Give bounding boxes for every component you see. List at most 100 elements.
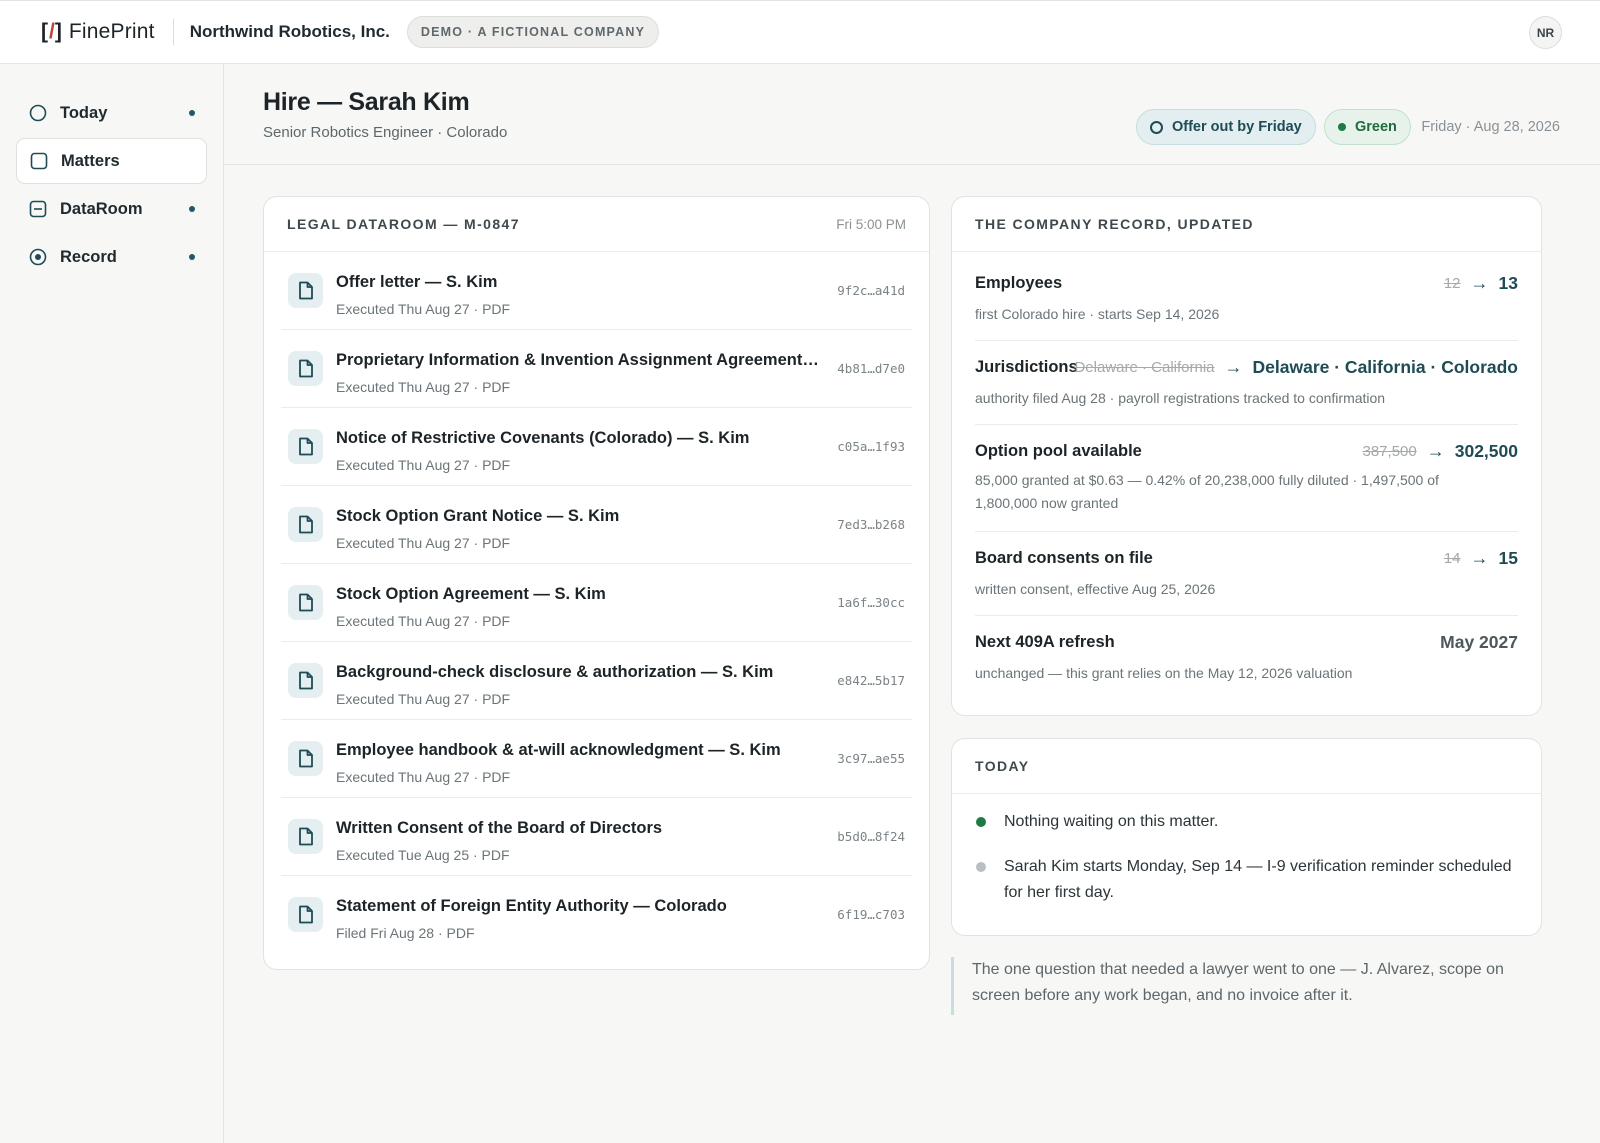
circle-icon <box>29 104 47 122</box>
record-row-409a: Next 409A refresh May 2027 unchanged — t… <box>975 616 1518 710</box>
logo-wordmark: FinePrint <box>68 20 155 43</box>
document-hash: c05a…1f93 <box>837 439 905 454</box>
old-value: 387,500 <box>1362 443 1417 460</box>
record-row-board-consents: Board consents on file 14 → 15 written c… <box>975 532 1518 616</box>
status-dot-icon <box>976 862 986 872</box>
record-row-name: Next 409A refresh <box>975 633 1115 651</box>
document-icon <box>288 429 323 464</box>
record-row-value: 14 → 15 <box>1444 548 1518 569</box>
document-title: Offer letter — S. Kim <box>336 273 498 291</box>
user-avatar[interactable]: NR <box>1529 16 1562 49</box>
fineprint-logo[interactable]: [ / ] FinePrint <box>41 20 155 44</box>
document-hash: 1a6f…30cc <box>837 595 905 610</box>
status-pill-label: Green <box>1355 119 1397 135</box>
sidebar-item-today[interactable]: Today <box>16 90 207 136</box>
deadline-pill[interactable]: Offer out by Friday <box>1136 109 1316 145</box>
dataroom-card-header: LEGAL DATAROOM — M-0847 Fri 5:00 PM <box>264 197 929 252</box>
document-row[interactable]: Proprietary Information & Invention Assi… <box>281 330 912 408</box>
document-row[interactable]: Employee handbook & at-will acknowledgme… <box>281 720 912 798</box>
dataroom-card: LEGAL DATAROOM — M-0847 Fri 5:00 PM Offe… <box>263 196 930 970</box>
record-row-name: Board consents on file <box>975 549 1153 567</box>
document-row[interactable]: Stock Option Agreement — S. Kim Executed… <box>281 564 912 642</box>
new-value: 13 <box>1498 273 1518 293</box>
document-meta: Executed Thu Aug 27 · PDF <box>336 457 511 473</box>
sidebar-item-label: Today <box>60 103 108 122</box>
unread-dot <box>189 110 195 116</box>
sidebar-item-label: DataRoom <box>60 199 143 218</box>
document-row[interactable]: Stock Option Grant Notice — S. Kim Execu… <box>281 486 912 564</box>
today-item-text: Nothing waiting on this matter. <box>1004 813 1219 830</box>
sidebar-item-matters[interactable]: Matters <box>16 138 207 184</box>
deadline-pill-label: Offer out by Friday <box>1172 119 1302 135</box>
arrow-right-icon: → <box>1470 273 1489 293</box>
document-title: Background-check disclosure & authorizat… <box>336 663 774 681</box>
today-item-text: Sarah Kim starts Monday, Sep 14 — I-9 ve… <box>1004 858 1512 901</box>
old-value: 12 <box>1443 275 1461 292</box>
record-row-note: authority filed Aug 28 · payroll registr… <box>975 390 1386 406</box>
current-value: May 2027 <box>1440 632 1518 652</box>
record-row-note: first Colorado hire · starts Sep 14, 202… <box>975 306 1220 322</box>
document-list: Offer letter — S. Kim Executed Thu Aug 2… <box>264 252 929 954</box>
status-dot-icon <box>1338 123 1346 131</box>
arrow-right-icon: → <box>1470 548 1489 568</box>
unread-dot <box>189 254 195 260</box>
document-icon <box>288 819 323 854</box>
document-hash: 3c97…ae55 <box>837 751 905 766</box>
new-value: 302,500 <box>1454 441 1518 461</box>
document-row[interactable]: Offer letter — S. Kim Executed Thu Aug 2… <box>281 252 912 330</box>
sidebar-item-dataroom[interactable]: DataRoom <box>16 186 207 232</box>
target-icon <box>29 248 47 266</box>
lawyer-note-quote: The one question that needed a lawyer we… <box>951 957 1542 1015</box>
today-item: Sarah Kim starts Monday, Sep 14 — I-9 ve… <box>975 854 1515 906</box>
document-meta: Executed Thu Aug 27 · PDF <box>336 613 511 629</box>
record-row-note: 85,000 granted at $0.63 — 0.42% of 20,23… <box>975 472 1439 511</box>
document-title: Written Consent of the Board of Director… <box>336 819 663 837</box>
document-meta: Filed Fri Aug 28 · PDF <box>336 925 475 941</box>
sidebar: Today Matters DataRoom Record <box>0 64 224 1143</box>
document-title: Stock Option Grant Notice — S. Kim <box>336 507 620 525</box>
topbar-divider <box>172 19 174 45</box>
document-row[interactable]: Statement of Foreign Entity Authority — … <box>281 876 912 954</box>
sidebar-item-record[interactable]: Record <box>16 234 207 280</box>
document-row[interactable]: Written Consent of the Board of Director… <box>281 798 912 876</box>
document-hash: 6f19…c703 <box>837 907 905 922</box>
folder-icon <box>29 200 47 218</box>
document-hash: 9f2c…a41d <box>837 283 905 298</box>
company-name: Northwind Robotics, Inc. <box>189 22 390 41</box>
document-icon <box>288 273 323 308</box>
page-title: Hire — Sarah Kim <box>263 88 470 116</box>
record-title: THE COMPANY RECORD, UPDATED <box>975 216 1254 232</box>
record-row-employees: Employees 12 → 13 first Colorado hire · … <box>975 252 1518 341</box>
status-pill[interactable]: Green <box>1324 109 1411 145</box>
document-icon <box>288 351 323 386</box>
record-row-note: unchanged — this grant relies on the May… <box>975 665 1353 681</box>
today-title: TODAY <box>975 758 1030 774</box>
logo-bracket-open: [ <box>41 20 49 43</box>
today-item: Nothing waiting on this matter. <box>975 809 1515 835</box>
document-meta: Executed Thu Aug 27 · PDF <box>336 535 511 551</box>
document-meta: Executed Thu Aug 27 · PDF <box>336 691 511 707</box>
company-record-card: THE COMPANY RECORD, UPDATED Employees 12… <box>951 196 1542 716</box>
record-row-option-pool: Option pool available 387,500 → 302,500 … <box>975 425 1518 532</box>
document-title: Stock Option Agreement — S. Kim <box>336 585 606 603</box>
record-row-name: Jurisdictions <box>975 358 1078 376</box>
page-subtitle: Senior Robotics Engineer · Colorado <box>263 124 508 141</box>
logo-bracket-close: ] <box>54 20 63 43</box>
document-row[interactable]: Notice of Restrictive Covenants (Colorad… <box>281 408 912 486</box>
today-card: TODAY Nothing waiting on this matter. Sa… <box>951 738 1542 936</box>
today-card-header: TODAY <box>952 739 1541 794</box>
document-title: Notice of Restrictive Covenants (Colorad… <box>336 429 750 447</box>
old-value: Delaware · California <box>1074 359 1215 376</box>
document-row[interactable]: Background-check disclosure & authorizat… <box>281 642 912 720</box>
document-title: Employee handbook & at-will acknowledgme… <box>336 741 781 759</box>
record-row-value: Delaware · California → Delaware · Calif… <box>1074 357 1518 378</box>
new-value: 15 <box>1498 548 1518 568</box>
document-meta: Executed Tue Aug 25 · PDF <box>336 847 510 863</box>
record-row-jurisdictions: Jurisdictions Delaware · California → De… <box>975 341 1518 425</box>
document-hash: 7ed3…b268 <box>837 517 905 532</box>
sidebar-item-label: Matters <box>61 151 120 170</box>
matter-header: Hire — Sarah Kim Senior Robotics Enginee… <box>224 64 1600 165</box>
record-row-value: 12 → 13 <box>1444 273 1518 294</box>
record-row-note: written consent, effective Aug 25, 2026 <box>975 581 1216 597</box>
unread-dot <box>189 206 195 212</box>
